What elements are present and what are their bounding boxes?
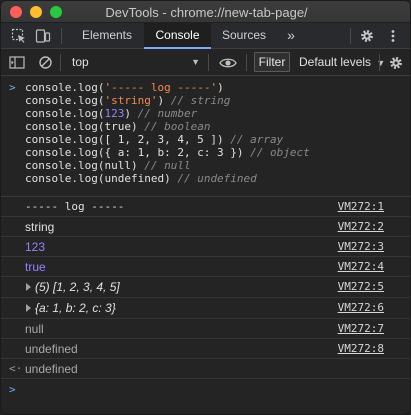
toolbar-divider xyxy=(208,54,209,71)
log-undefined: undefined xyxy=(25,342,78,356)
more-tabs-button[interactable]: » xyxy=(281,23,301,49)
code-line: console.log([ 1, 2, 3, 4, 5 ]) // array xyxy=(25,133,284,146)
return-arrow-icon: <· xyxy=(9,362,23,375)
toolbar-divider xyxy=(379,54,380,71)
code-line: console.log(null) // null xyxy=(25,159,191,172)
log-text: ----- log ----- xyxy=(25,200,125,213)
panel-tab-bar: Elements Console Sources » xyxy=(1,23,410,49)
log-levels-dropdown[interactable]: Default levels ▼ xyxy=(299,53,385,73)
inspect-icon[interactable] xyxy=(11,28,27,44)
source-link[interactable]: VM272:1 xyxy=(338,200,384,214)
chevron-down-icon: ▼ xyxy=(376,58,386,68)
more-menu-icon[interactable] xyxy=(385,28,401,44)
source-link[interactable]: VM272:8 xyxy=(338,342,384,356)
context-selector[interactable]: top ▼ xyxy=(62,53,204,72)
expand-triangle-icon[interactable] xyxy=(26,304,31,312)
console-input[interactable]: > xyxy=(1,381,410,401)
code-line: console.log('string') // string xyxy=(25,94,231,107)
tab-sources[interactable]: Sources xyxy=(211,23,277,49)
input-prompt: > xyxy=(9,383,16,396)
tab-divider xyxy=(61,28,62,44)
log-row: 123 VM272:3 xyxy=(1,237,410,257)
log-number: 123 xyxy=(25,240,46,254)
log-boolean: true xyxy=(25,260,46,274)
clear-console-icon[interactable] xyxy=(38,55,54,71)
code-line: console.log({ a: 1, b: 2, c: 3 }) // obj… xyxy=(25,146,310,159)
title-bar: DevTools - chrome://new-tab-page/ xyxy=(1,1,410,23)
toolbar-divider xyxy=(60,54,61,71)
code-line: console.log(true) // boolean xyxy=(25,120,211,133)
devtools-window: DevTools - chrome://new-tab-page/ Elemen… xyxy=(0,0,411,415)
log-array[interactable]: (5) [1, 2, 3, 4, 5] xyxy=(35,280,120,294)
log-null: null xyxy=(25,322,44,336)
tab-divider xyxy=(350,28,351,44)
source-link[interactable]: VM272:3 xyxy=(338,240,384,254)
toolbar-divider xyxy=(246,54,247,71)
log-row: (5) [1, 2, 3, 4, 5] VM272:5 xyxy=(1,277,410,298)
sidebar-toggle-icon[interactable] xyxy=(9,55,25,71)
console-settings-gear-icon[interactable] xyxy=(388,55,404,71)
device-toolbar-icon[interactable] xyxy=(35,28,51,44)
code-line: console.log('----- log -----') xyxy=(25,81,224,94)
console-command[interactable]: > console.log('----- log -----') console… xyxy=(1,77,410,197)
log-row: true VM272:4 xyxy=(1,257,410,277)
command-prompt: > xyxy=(9,81,16,94)
context-selector-value: top xyxy=(72,55,89,69)
chevron-down-icon: ▼ xyxy=(191,57,200,67)
settings-gear-icon[interactable] xyxy=(359,28,375,44)
source-link[interactable]: VM272:4 xyxy=(338,260,384,274)
source-link[interactable]: VM272:6 xyxy=(338,301,384,315)
tab-elements[interactable]: Elements xyxy=(70,23,144,49)
console-toolbar: top ▼ Filter Default levels ▼ xyxy=(1,49,410,76)
log-row: ----- log ----- VM272:1 xyxy=(1,197,410,217)
eye-icon[interactable] xyxy=(219,55,237,71)
code-line: console.log(123) // number xyxy=(25,107,198,120)
filter-input[interactable]: Filter xyxy=(254,52,290,72)
log-row: string VM272:2 xyxy=(1,217,410,237)
return-value: undefined xyxy=(25,362,78,376)
return-value-row: <· undefined xyxy=(1,359,410,379)
code-line: console.log(undefined) // undefined xyxy=(25,172,257,185)
window-title: DevTools - chrome://new-tab-page/ xyxy=(105,5,308,20)
console-messages: > console.log('----- log -----') console… xyxy=(1,77,410,414)
source-link[interactable]: VM272:5 xyxy=(338,280,384,294)
source-link[interactable]: VM272:7 xyxy=(338,322,384,336)
log-row: undefined VM272:8 xyxy=(1,339,410,359)
log-levels-label: Default levels xyxy=(299,55,372,69)
tab-console[interactable]: Console xyxy=(144,23,211,49)
source-link[interactable]: VM272:2 xyxy=(338,220,384,234)
log-row: null VM272:7 xyxy=(1,319,410,339)
log-text: string xyxy=(25,220,55,234)
log-object[interactable]: {a: 1, b: 2, c: 3} xyxy=(35,301,116,315)
log-row: {a: 1, b: 2, c: 3} VM272:6 xyxy=(1,298,410,319)
expand-triangle-icon[interactable] xyxy=(26,283,31,291)
